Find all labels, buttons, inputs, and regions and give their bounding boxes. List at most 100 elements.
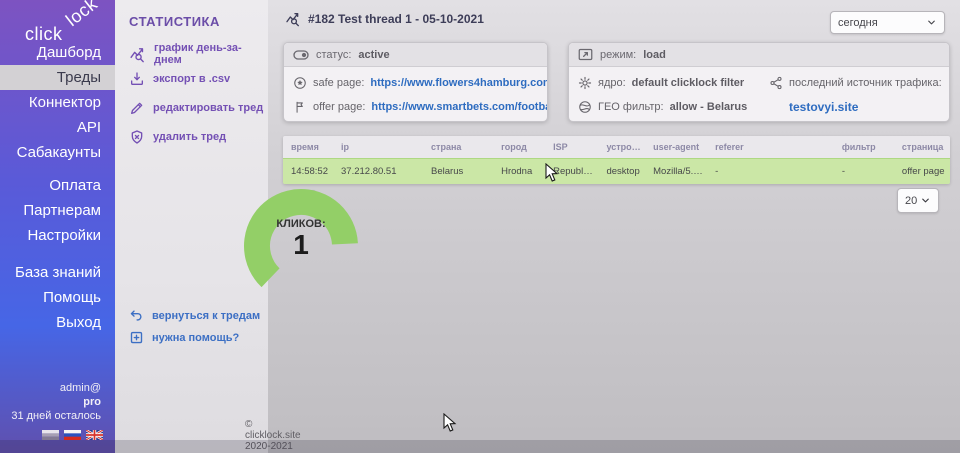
sidebar-item-partners[interactable]: Партнерам: [0, 198, 115, 223]
status-panel-body: safe page: https://www.flowers4hamburg.c…: [284, 67, 547, 122]
chart-magnifier-icon: [285, 11, 301, 27]
clicks-table: время ip страна город ISP устройство use…: [283, 136, 950, 184]
status-label: статус:: [316, 49, 351, 61]
mode-panel: режим: load ядро: default clicklock filt…: [568, 42, 950, 122]
cell-country: Belarus: [423, 158, 493, 184]
shield-star-icon: [293, 76, 307, 90]
chevron-down-icon: [926, 17, 937, 28]
account-email: admin@: [11, 381, 101, 395]
stats-item-export-csv[interactable]: экспорт в .csv: [129, 71, 230, 87]
geo-filter-row: ГЕО фильтр: allow - Belarus: [578, 100, 747, 114]
sidebar-item-threads[interactable]: Треды: [0, 65, 115, 90]
sidebar-nav: Дашборд Треды Коннектор API Сабакаунты О…: [0, 40, 115, 335]
cell-filter: -: [834, 158, 894, 184]
plus-box-icon: [129, 330, 144, 345]
sidebar-item-api[interactable]: API: [0, 115, 115, 140]
gauge-text: КЛИКОВ: 1: [241, 218, 361, 260]
mouse-cursor: [443, 413, 457, 433]
cell-page: offer page: [894, 158, 950, 184]
col-ip: ip: [333, 136, 423, 158]
col-referer: referer: [707, 136, 834, 158]
period-select-value: сегодня: [838, 17, 878, 29]
gear-icon: [578, 76, 592, 90]
offer-page-link[interactable]: https://www.smartbets.com/football/tea..…: [371, 101, 548, 113]
sidebar-item-logout[interactable]: Выход: [0, 310, 115, 335]
stats-item-label: график день-за-днем: [154, 42, 268, 66]
account-days-left: 31 дней осталось: [11, 409, 101, 423]
offer-page-row: offer page: https://www.smartbets.com/fo…: [293, 100, 548, 114]
mode-label: режим:: [600, 49, 636, 61]
period-select[interactable]: сегодня: [830, 11, 945, 34]
stats-submenu: СТАТИСТИКА график день-за-днем экспорт в…: [115, 0, 268, 453]
cell-device: desktop: [598, 158, 645, 184]
cell-time: 14:58:52: [283, 158, 333, 184]
cell-city: Hrodna: [493, 158, 545, 184]
col-filter: фильтр: [834, 136, 894, 158]
col-user-agent: user-agent: [645, 136, 707, 158]
launch-window-icon: [578, 48, 593, 61]
stats-item-edit-thread[interactable]: редактировать тред: [129, 100, 263, 116]
stats-link-label: вернуться к тредам: [152, 310, 260, 322]
col-isp: ISP: [545, 136, 598, 158]
flag-pole-icon: [293, 100, 307, 114]
flag-icon-uk[interactable]: [86, 430, 103, 440]
traffic-source-row: последний источник трафика:: [769, 76, 942, 90]
core-value: default clicklock filter: [632, 77, 744, 89]
sidebar-item-settings[interactable]: Настройки: [0, 223, 115, 248]
bottom-bar: [0, 440, 960, 453]
col-device: устройство: [598, 136, 645, 158]
safe-page-label: safe page:: [313, 77, 364, 89]
mode-panel-header: режим: load: [569, 43, 949, 67]
stats-link-label: нужна помощь?: [152, 332, 239, 344]
cell-referer: -: [707, 158, 834, 184]
gauge-value: 1: [241, 230, 361, 260]
traffic-source-link[interactable]: testovyi.site: [789, 100, 858, 114]
flag-icon-muted[interactable]: [42, 430, 59, 440]
col-city: город: [493, 136, 545, 158]
table-header: время ip страна город ISP устройство use…: [283, 136, 950, 158]
stats-title: СТАТИСТИКА: [129, 14, 220, 29]
stats-item-label: экспорт в .csv: [153, 73, 230, 85]
share-icon: [769, 76, 783, 90]
undo-arrow-icon: [129, 308, 144, 323]
page-title-row: #182 Test thread 1 - 05-10-2021: [285, 11, 484, 27]
per-page-select[interactable]: 20: [897, 188, 939, 213]
clicklock-app: click lock Дашборд Треды Коннектор API С…: [0, 0, 960, 453]
download-icon: [129, 71, 145, 87]
logo-text-lock: lock: [62, 0, 102, 31]
geo-filter-label: ГЕО фильтр:: [598, 101, 664, 113]
mouse-cursor: [545, 163, 559, 183]
stats-item-delete-thread[interactable]: удалить тред: [129, 129, 226, 145]
sidebar-item-help[interactable]: Помощь: [0, 285, 115, 310]
core-row: ядро: default clicklock filter: [578, 76, 744, 90]
cell-ip: 37.212.80.51: [333, 158, 423, 184]
cell-user-agent: Mozilla/5.0 (Win...: [645, 158, 707, 184]
pencil-icon: [129, 100, 145, 116]
table-row[interactable]: 14:58:52 37.212.80.51 Belarus Hrodna Rep…: [283, 158, 950, 184]
sidebar-item-knowledge-base[interactable]: База знаний: [0, 260, 115, 285]
status-panel: статус: active safe page: https://www.fl…: [283, 42, 548, 122]
per-page-value: 20: [905, 195, 917, 207]
sidebar-item-payment[interactable]: Оплата: [0, 173, 115, 198]
account-info: admin@ pro 31 дней осталось: [11, 381, 101, 423]
back-to-threads-link[interactable]: вернуться к тредам: [129, 308, 260, 323]
need-help-link[interactable]: нужна помощь?: [129, 330, 239, 345]
language-switcher: [42, 430, 103, 440]
globe-icon: [578, 100, 592, 114]
stats-item-label: редактировать тред: [153, 102, 263, 114]
chart-magnifier-icon: [129, 46, 146, 63]
flag-icon-russia[interactable]: [64, 430, 81, 440]
traffic-source-value-row: testovyi.site: [789, 100, 858, 114]
stats-item-label: удалить тред: [153, 131, 226, 143]
core-label: ядро:: [598, 77, 626, 89]
sidebar-item-connector[interactable]: Коннектор: [0, 90, 115, 115]
toggle-icon[interactable]: [293, 49, 309, 61]
safe-page-link[interactable]: https://www.flowers4hamburg.com/: [370, 77, 548, 89]
account-plan: pro: [11, 395, 101, 409]
stats-item-daily-chart[interactable]: график день-за-днем: [129, 42, 268, 66]
main-content: #182 Test thread 1 - 05-10-2021 сегодня …: [268, 0, 960, 453]
sidebar-item-subaccounts[interactable]: Сабакаунты: [0, 140, 115, 165]
sidebar-item-dashboard[interactable]: Дашборд: [0, 40, 115, 65]
main-sidebar: click lock Дашборд Треды Коннектор API С…: [0, 0, 115, 453]
page-title: #182 Test thread 1 - 05-10-2021: [308, 12, 484, 26]
